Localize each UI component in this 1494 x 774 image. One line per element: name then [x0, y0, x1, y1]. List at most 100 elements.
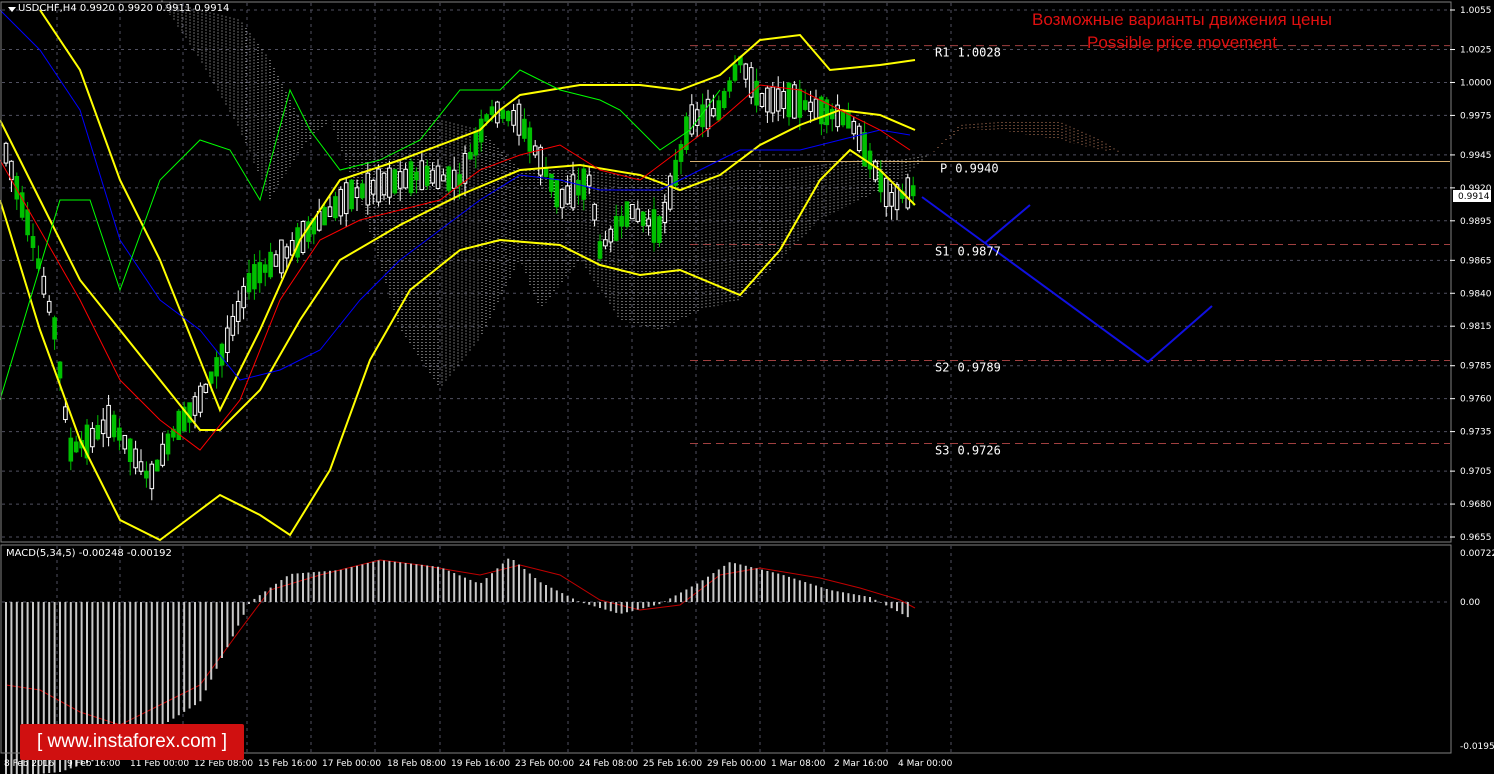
candle-body	[430, 169, 435, 184]
candle-body	[910, 185, 916, 197]
candle-body	[127, 438, 133, 463]
candle-body	[462, 152, 468, 184]
price-tick-label: 1.0055	[1460, 6, 1492, 16]
candle-body	[608, 228, 614, 243]
macd-tick-label: 0.00	[1460, 598, 1480, 608]
candle-body	[667, 175, 673, 210]
current-price-value: 0.9914	[1458, 192, 1490, 202]
candle-body	[262, 264, 268, 273]
candle-body	[527, 127, 533, 152]
price-tick-label: 0.9735	[1460, 428, 1492, 438]
candle-body	[424, 165, 430, 186]
candle-body	[765, 87, 770, 113]
candle-body	[133, 448, 138, 469]
macd-axis: 0.00722 0.00 -0.01951	[1460, 549, 1494, 752]
candle-body	[397, 171, 403, 189]
price-tick-label: 0.9975	[1460, 111, 1492, 121]
date-tick-label: 25 Feb 16:00	[643, 759, 702, 769]
chart-canvas[interactable]: 1.00551.00251.00000.99750.99450.99200.98…	[0, 0, 1494, 774]
candle-body	[878, 170, 884, 193]
candle-body	[376, 168, 381, 203]
pivot-value: 0.9940	[955, 162, 998, 176]
date-tick-label: 12 Feb 08:00	[194, 759, 253, 769]
bollinger-upper	[39, 9, 916, 413]
candle-body	[322, 206, 327, 226]
date-tick-label: 2 Mar 16:00	[834, 759, 889, 769]
candle-body	[279, 239, 284, 274]
candle-body	[360, 183, 365, 199]
annotation-line-2: Possible price movement	[1087, 33, 1277, 52]
candle-body	[694, 109, 700, 126]
price-tick-label: 0.9840	[1460, 289, 1492, 299]
price-axis: 1.00551.00251.00000.99750.99450.99200.98…	[1450, 6, 1492, 543]
macd-header: MACD(5,34,5) -0.00248 -0.00192	[6, 548, 172, 559]
candle-body	[851, 120, 857, 135]
price-tick-label: 1.0000	[1460, 78, 1492, 88]
candle-body	[619, 215, 624, 227]
candle-body	[570, 174, 576, 209]
candle-body	[338, 188, 344, 217]
pivot-name: S1	[935, 245, 949, 259]
candle-body	[597, 241, 603, 259]
candle-body	[225, 327, 230, 354]
candle-body	[165, 433, 171, 455]
candle-body	[90, 427, 95, 448]
candle-body	[149, 463, 155, 490]
pivot-label-r1: R1 1.0028	[935, 46, 1001, 60]
candle-body	[554, 179, 560, 208]
date-tick-label: 17 Feb 00:00	[322, 759, 381, 769]
candle-body	[3, 142, 9, 164]
candle-body	[392, 169, 398, 194]
candle-body	[576, 180, 581, 196]
candle-body	[889, 192, 894, 207]
candle-body	[343, 182, 349, 215]
candle-body	[381, 172, 387, 196]
candle-body	[100, 419, 106, 435]
pivot-name: S3	[935, 443, 949, 457]
candle-body	[468, 151, 473, 160]
candle-body	[711, 108, 716, 117]
candle-body	[435, 165, 441, 189]
candle-body	[635, 208, 641, 222]
pivot-labels: R1 1.0028 P 0.9940 S1 0.9877 S2 0.9789 S3 0.9726	[935, 46, 1001, 458]
candle-body	[592, 203, 597, 221]
candle-body	[624, 201, 630, 227]
candle-body	[403, 168, 408, 189]
dropdown-triangle-icon[interactable]	[8, 7, 16, 12]
pivot-label-s3: S3 0.9726	[935, 443, 1001, 457]
pivot-value: 0.9877	[957, 245, 1000, 259]
candle-body	[489, 106, 495, 115]
candle-body	[268, 251, 273, 278]
candle-body	[68, 437, 74, 462]
date-tick-label: 19 Feb 16:00	[451, 759, 510, 769]
candle-body	[781, 90, 786, 110]
candle-body	[198, 385, 203, 413]
macd-tick-label: -0.01951	[1460, 742, 1494, 752]
candle-body	[446, 166, 452, 191]
forecast-line	[921, 196, 1031, 245]
candle-body	[813, 98, 819, 119]
candle-body	[754, 80, 759, 106]
candle-body	[284, 246, 290, 259]
pivot-value: 0.9789	[957, 360, 1000, 374]
current-price-tag: 0.9914	[1453, 190, 1491, 202]
candle-body	[46, 300, 52, 313]
candle-body	[500, 109, 506, 119]
watermark-badge[interactable]: [ www.instaforex.com ]	[20, 724, 244, 760]
candle-body	[867, 150, 873, 170]
candle-body	[727, 80, 732, 92]
pivot-name: R1	[935, 46, 949, 60]
candle-body	[840, 110, 846, 126]
candle-body	[657, 216, 662, 243]
date-tick-label: 8 Feb 2016	[4, 759, 55, 769]
candle-body	[662, 201, 668, 223]
candle-body	[581, 168, 587, 200]
candle-body	[640, 211, 646, 226]
candle-body	[457, 174, 462, 186]
candle-body	[219, 343, 225, 366]
date-tick-label: 11 Feb 00:00	[130, 759, 189, 769]
candle-body	[30, 236, 36, 248]
date-tick-label: 23 Feb 00:00	[515, 759, 574, 769]
candle-body	[732, 64, 738, 81]
date-tick-label: 4 Mar 00:00	[898, 759, 953, 769]
